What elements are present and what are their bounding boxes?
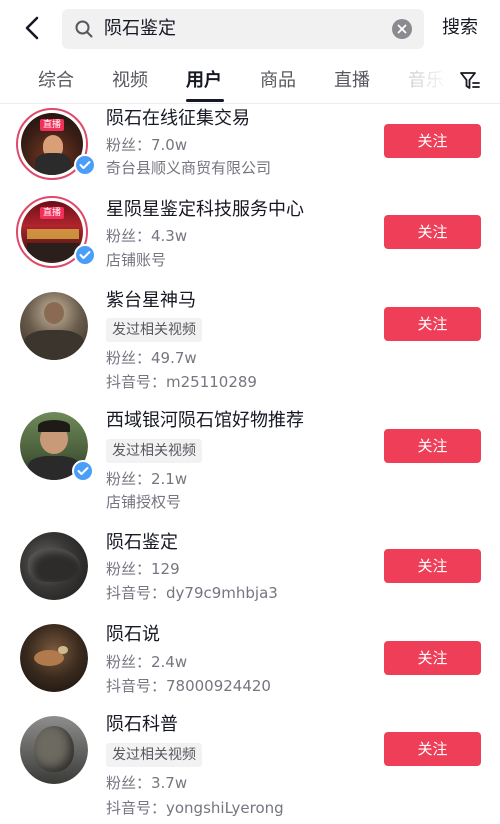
user-subtitle: 抖音号：78000924420 (106, 677, 271, 695)
search-query-text[interactable]: 陨石鉴定 (104, 18, 176, 40)
follow-button[interactable]: 关注 (384, 549, 481, 583)
follow-button[interactable]: 关注 (384, 641, 481, 675)
follow-button[interactable]: 关注 (384, 124, 481, 158)
category-tabs: 综合 视频 用户 商品 直播 音乐 (0, 58, 500, 104)
related-video-tag: 发过相关视频 (106, 439, 202, 463)
follow-button[interactable]: 关注 (384, 215, 481, 249)
user-fans: 粉丝：129 (106, 560, 180, 578)
top-bar: 陨石鉴定 搜索 (0, 0, 500, 58)
search-button[interactable]: 搜索 (442, 17, 478, 39)
avatar[interactable] (20, 532, 88, 600)
filter-icon[interactable] (458, 70, 482, 92)
user-fans: 粉丝：2.4w (106, 653, 188, 671)
user-subtitle: 抖音号：yongshiLyerong (106, 799, 284, 817)
search-icon (75, 20, 93, 38)
user-name[interactable]: 星陨星鉴定科技服务中心 (106, 199, 304, 221)
user-name[interactable]: 陨石科普 (106, 714, 178, 736)
tab-users[interactable]: 用户 (186, 70, 222, 92)
tabs-fade (390, 58, 458, 102)
user-name[interactable]: 陨石在线征集交易 (106, 108, 250, 130)
user-subtitle: 店铺账号 (106, 251, 167, 269)
user-subtitle: 店铺授权号 (106, 493, 182, 511)
follow-button[interactable]: 关注 (384, 732, 481, 766)
user-name[interactable]: 陨石鉴定 (106, 532, 178, 554)
user-fans: 粉丝：7.0w (106, 136, 188, 154)
user-fans: 粉丝：3.7w (106, 774, 188, 792)
tab-video[interactable]: 视频 (112, 70, 148, 92)
back-button[interactable] (18, 14, 46, 42)
avatar[interactable] (20, 624, 88, 692)
live-badge: 直播 (39, 207, 65, 219)
user-subtitle: 抖音号：m25110289 (106, 373, 257, 391)
tab-active-indicator (186, 99, 224, 102)
related-video-tag: 发过相关视频 (106, 318, 202, 342)
search-input[interactable]: 陨石鉴定 (62, 9, 424, 49)
avatar[interactable] (20, 716, 88, 784)
verified-icon (72, 460, 94, 482)
user-list: 直播 陨石在线征集交易 粉丝：7.0w 奇台县顺义商贸有限公司 关注 直播 星陨… (0, 104, 500, 824)
verified-icon (74, 154, 96, 176)
related-video-tag: 发过相关视频 (106, 743, 202, 767)
user-name[interactable]: 西域银河陨石馆好物推荐 (106, 410, 304, 432)
clear-icon[interactable] (392, 19, 412, 39)
user-name[interactable]: 陨石说 (106, 624, 160, 646)
follow-button[interactable]: 关注 (384, 307, 481, 341)
tab-comprehensive[interactable]: 综合 (38, 70, 74, 92)
follow-button[interactable]: 关注 (384, 429, 481, 463)
chevron-left-icon (25, 16, 39, 40)
user-fans: 粉丝：2.1w (106, 470, 188, 488)
tab-products[interactable]: 商品 (260, 70, 296, 92)
user-subtitle: 抖音号：dy79c9mhbja3 (106, 584, 278, 602)
live-badge: 直播 (39, 119, 65, 131)
user-subtitle: 奇台县顺义商贸有限公司 (106, 159, 272, 177)
user-fans: 粉丝：49.7w (106, 349, 197, 367)
avatar[interactable] (20, 292, 88, 360)
user-fans: 粉丝：4.3w (106, 227, 188, 245)
tab-live[interactable]: 直播 (334, 70, 370, 92)
user-name[interactable]: 紫台星神马 (106, 290, 196, 312)
verified-icon (74, 244, 96, 266)
